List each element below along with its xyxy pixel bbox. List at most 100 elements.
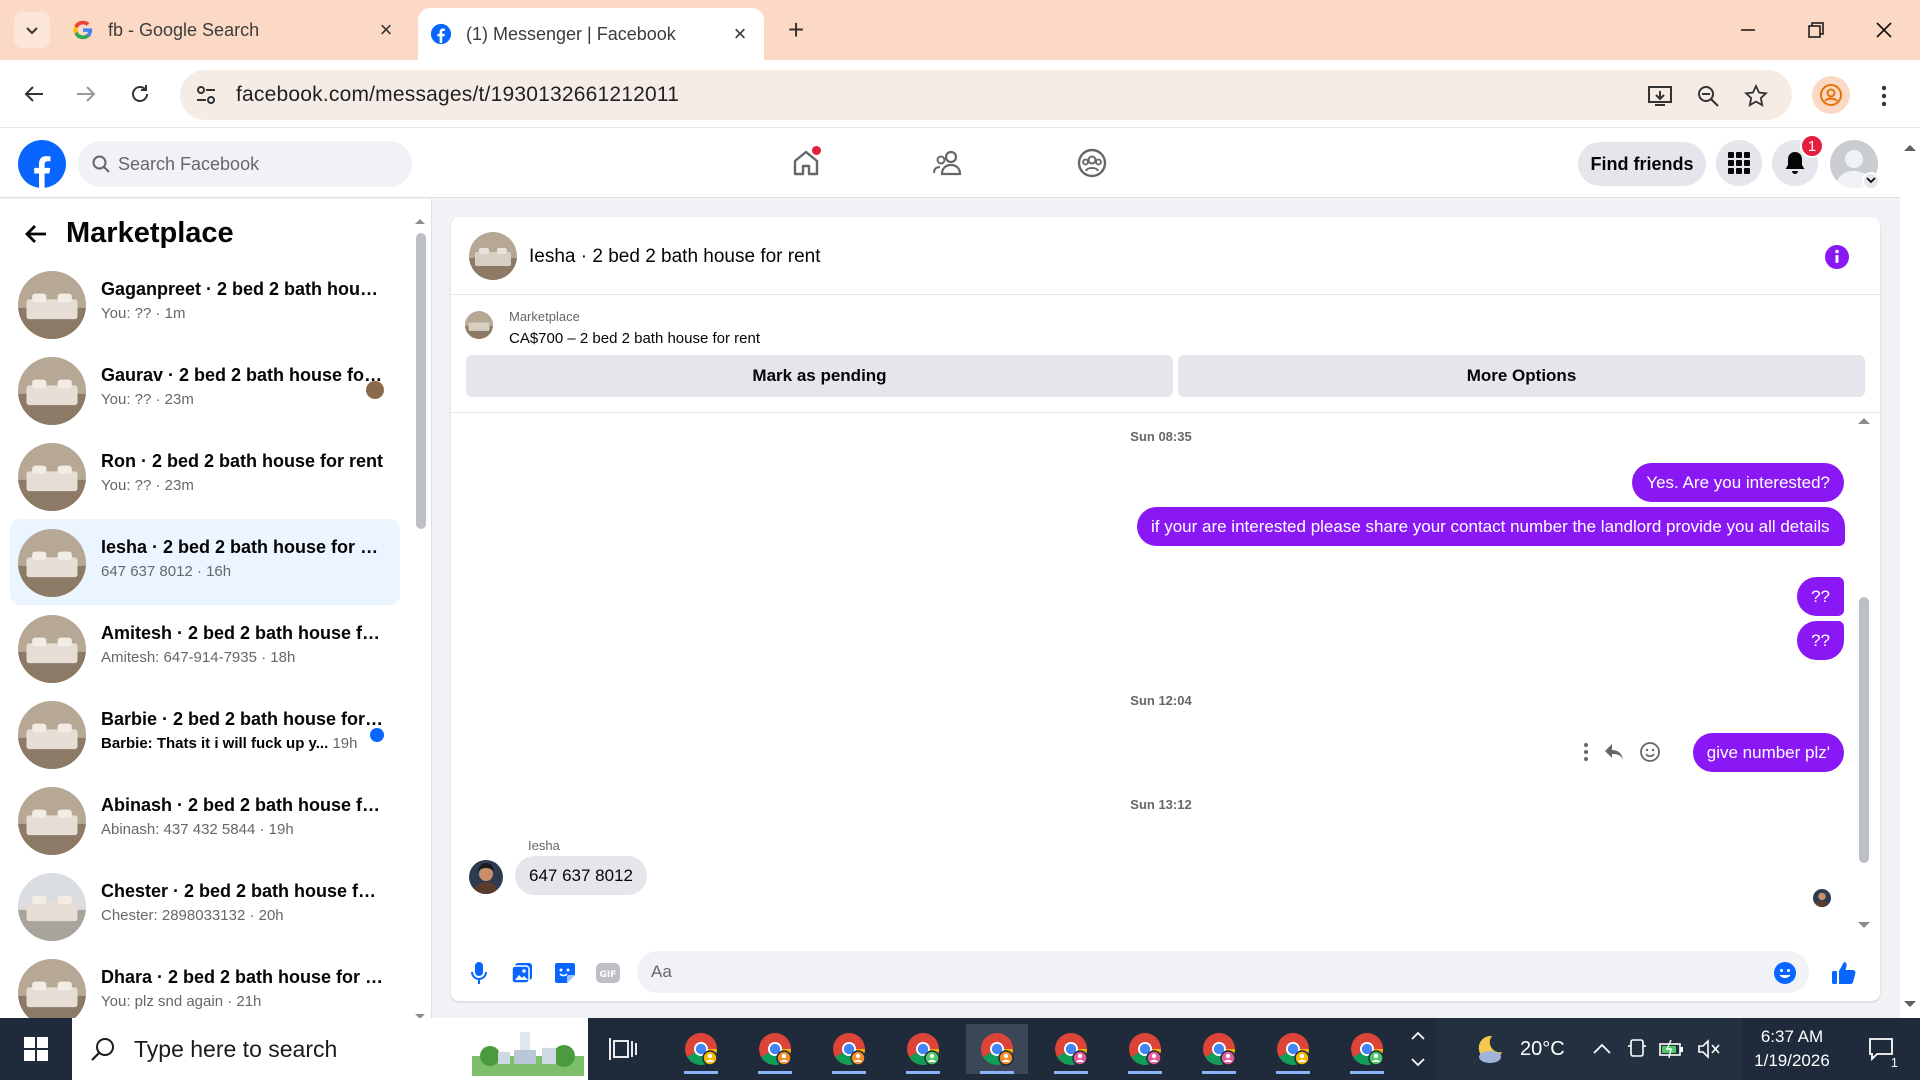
app-running-indicator [1128, 1071, 1162, 1074]
forward-button[interactable] [68, 76, 104, 112]
tab-messenger[interactable]: (1) Messenger | Facebook × [418, 8, 764, 60]
outgoing-message[interactable]: ?? [1797, 577, 1844, 616]
attach-photo-button[interactable] [508, 959, 536, 987]
taskbar-chrome-app[interactable] [1188, 1024, 1250, 1074]
sidebar-scrollbar[interactable] [412, 213, 428, 1019]
incoming-message[interactable]: 647 637 8012 [515, 856, 647, 895]
tray-overflow-chevrons[interactable] [1410, 1018, 1426, 1080]
taskbar-clock[interactable]: 6:37 AM 1/19/2026 [1742, 1025, 1842, 1073]
account-caret[interactable] [1862, 172, 1880, 190]
action-center-button[interactable]: 1 [1854, 1018, 1908, 1080]
conversation-item[interactable]: Ron · 2 bed 2 bath house for rent You: ??… [10, 433, 400, 519]
system-tray: 20°C [1436, 1018, 1742, 1080]
menu-button[interactable] [1716, 140, 1762, 186]
scrollbar-thumb[interactable] [1859, 597, 1869, 863]
listing-thumbnail[interactable] [465, 311, 493, 339]
message-thread: Sun 08:35 Yes. Are you interested? if yo… [451, 413, 1880, 943]
app-running-indicator [1350, 1071, 1384, 1074]
back-button[interactable] [16, 76, 52, 112]
info-icon[interactable] [1824, 244, 1850, 270]
message-input[interactable] [637, 951, 1809, 993]
taskbar-chrome-app[interactable] [1040, 1024, 1102, 1074]
mark-as-pending-button[interactable]: Mark as pending [466, 355, 1173, 397]
chat-title[interactable]: Iesha · 2 bed 2 bath house for rent [529, 246, 821, 268]
nav-home[interactable] [781, 140, 831, 186]
reply-icon[interactable] [1603, 742, 1625, 762]
start-button[interactable] [0, 1018, 72, 1080]
install-app-icon[interactable] [1646, 82, 1674, 110]
scroll-down-arrow-icon[interactable] [1900, 994, 1920, 1014]
scroll-up-arrow-icon[interactable] [412, 213, 428, 229]
back-arrow-icon[interactable] [24, 222, 48, 246]
sender-avatar[interactable] [469, 860, 503, 894]
battery-charging-icon[interactable] [1658, 1040, 1685, 1058]
chrome-icon [685, 1033, 718, 1066]
tab-search-button[interactable] [14, 12, 50, 48]
person-photo-icon [1813, 889, 1831, 907]
reload-button[interactable] [122, 76, 158, 112]
gif-button[interactable]: GIF [594, 959, 622, 987]
nav-friends[interactable] [923, 140, 973, 186]
tab-google-search[interactable]: fb - Google Search × [60, 8, 410, 52]
taskbar-chrome-app[interactable] [1114, 1024, 1176, 1074]
scrollbar-thumb[interactable] [416, 233, 426, 529]
taskbar-search[interactable]: Type here to search [72, 1018, 588, 1080]
page-scrollbar[interactable] [1900, 128, 1920, 1018]
facebook-logo-icon[interactable] [18, 140, 66, 188]
scroll-down-arrow-icon[interactable] [1855, 917, 1873, 933]
chat-scrollbar[interactable] [1855, 413, 1873, 928]
sticker-button[interactable] [551, 959, 579, 987]
minimize-button[interactable] [1728, 10, 1768, 50]
app-running-indicator [980, 1071, 1014, 1074]
device-icon[interactable] [1627, 1038, 1647, 1060]
conversation-item[interactable]: Amitesh · 2 bed 2 bath house for rent Ami… [10, 605, 400, 691]
bookmark-star-icon[interactable] [1742, 82, 1770, 110]
notifications-button[interactable]: 1 [1772, 134, 1824, 186]
more-actions-icon[interactable] [1583, 742, 1589, 762]
outgoing-message[interactable]: ?? [1797, 621, 1844, 660]
conversation-item[interactable]: Abinash · 2 bed 2 bath house for rent Abi… [10, 777, 400, 863]
taskbar-chrome-app[interactable] [892, 1024, 954, 1074]
send-like-button[interactable] [1830, 959, 1858, 987]
close-tab-icon[interactable]: × [374, 17, 398, 42]
address-bar[interactable]: facebook.com/messages/t/1930132661212011 [180, 70, 1792, 120]
facebook-search[interactable]: Search Facebook [78, 141, 412, 187]
taskbar-chrome-app[interactable] [818, 1024, 880, 1074]
close-tab-icon[interactable]: × [728, 21, 752, 46]
weather-moon-cloud-icon[interactable] [1472, 1032, 1506, 1066]
outgoing-message[interactable]: Yes. Are you interested? [1632, 463, 1844, 502]
browser-profile-button[interactable] [1812, 76, 1850, 114]
volume-muted-icon[interactable] [1697, 1039, 1721, 1059]
taskbar-chrome-app[interactable] [744, 1024, 806, 1074]
outgoing-message[interactable]: give number plz' [1692, 733, 1844, 772]
voice-clip-button[interactable] [465, 959, 493, 987]
nav-groups[interactable] [1067, 140, 1117, 186]
conversation-item[interactable]: Iesha · 2 bed 2 bath house for rent 647 6… [10, 519, 400, 605]
scroll-up-arrow-icon[interactable] [1855, 413, 1873, 429]
close-window-button[interactable] [1864, 10, 1904, 50]
taskbar-chrome-app[interactable] [1336, 1024, 1398, 1074]
browser-menu-button[interactable] [1872, 78, 1896, 114]
chevron-up-icon[interactable] [1593, 1043, 1611, 1055]
conversation-item[interactable]: Chester · 2 bed 2 bath house for rent Che… [10, 863, 400, 949]
site-settings-icon[interactable] [194, 83, 218, 107]
weather-temperature[interactable]: 20°C [1520, 1038, 1565, 1061]
react-emoji-icon[interactable] [1639, 741, 1661, 763]
conversation-item[interactable]: Gaurav · 2 bed 2 bath house for rent You:… [10, 347, 400, 433]
conversation-item[interactable]: Barbie · 2 bed 2 bath house for rent Barb… [10, 691, 400, 777]
more-options-button[interactable]: More Options [1178, 355, 1865, 397]
listing-description[interactable]: CA$700 – 2 bed 2 bath house for rent [509, 330, 760, 347]
task-view-button[interactable] [592, 1024, 654, 1074]
scroll-up-arrow-icon[interactable] [1900, 138, 1920, 158]
conversation-item[interactable]: Gaganpreet · 2 bed 2 bath house for rent… [10, 261, 400, 347]
restore-button[interactable] [1796, 10, 1836, 50]
new-tab-button[interactable]: + [780, 14, 812, 46]
emoji-button[interactable] [1771, 959, 1799, 987]
zoom-icon[interactable] [1694, 82, 1722, 110]
listing-avatar[interactable] [469, 232, 517, 280]
outgoing-message[interactable]: if your are interested please share your… [1137, 507, 1845, 546]
find-friends-button[interactable]: Find friends [1578, 142, 1706, 186]
taskbar-chrome-app[interactable] [670, 1024, 732, 1074]
taskbar-chrome-app[interactable] [966, 1024, 1028, 1074]
taskbar-chrome-app[interactable] [1262, 1024, 1324, 1074]
